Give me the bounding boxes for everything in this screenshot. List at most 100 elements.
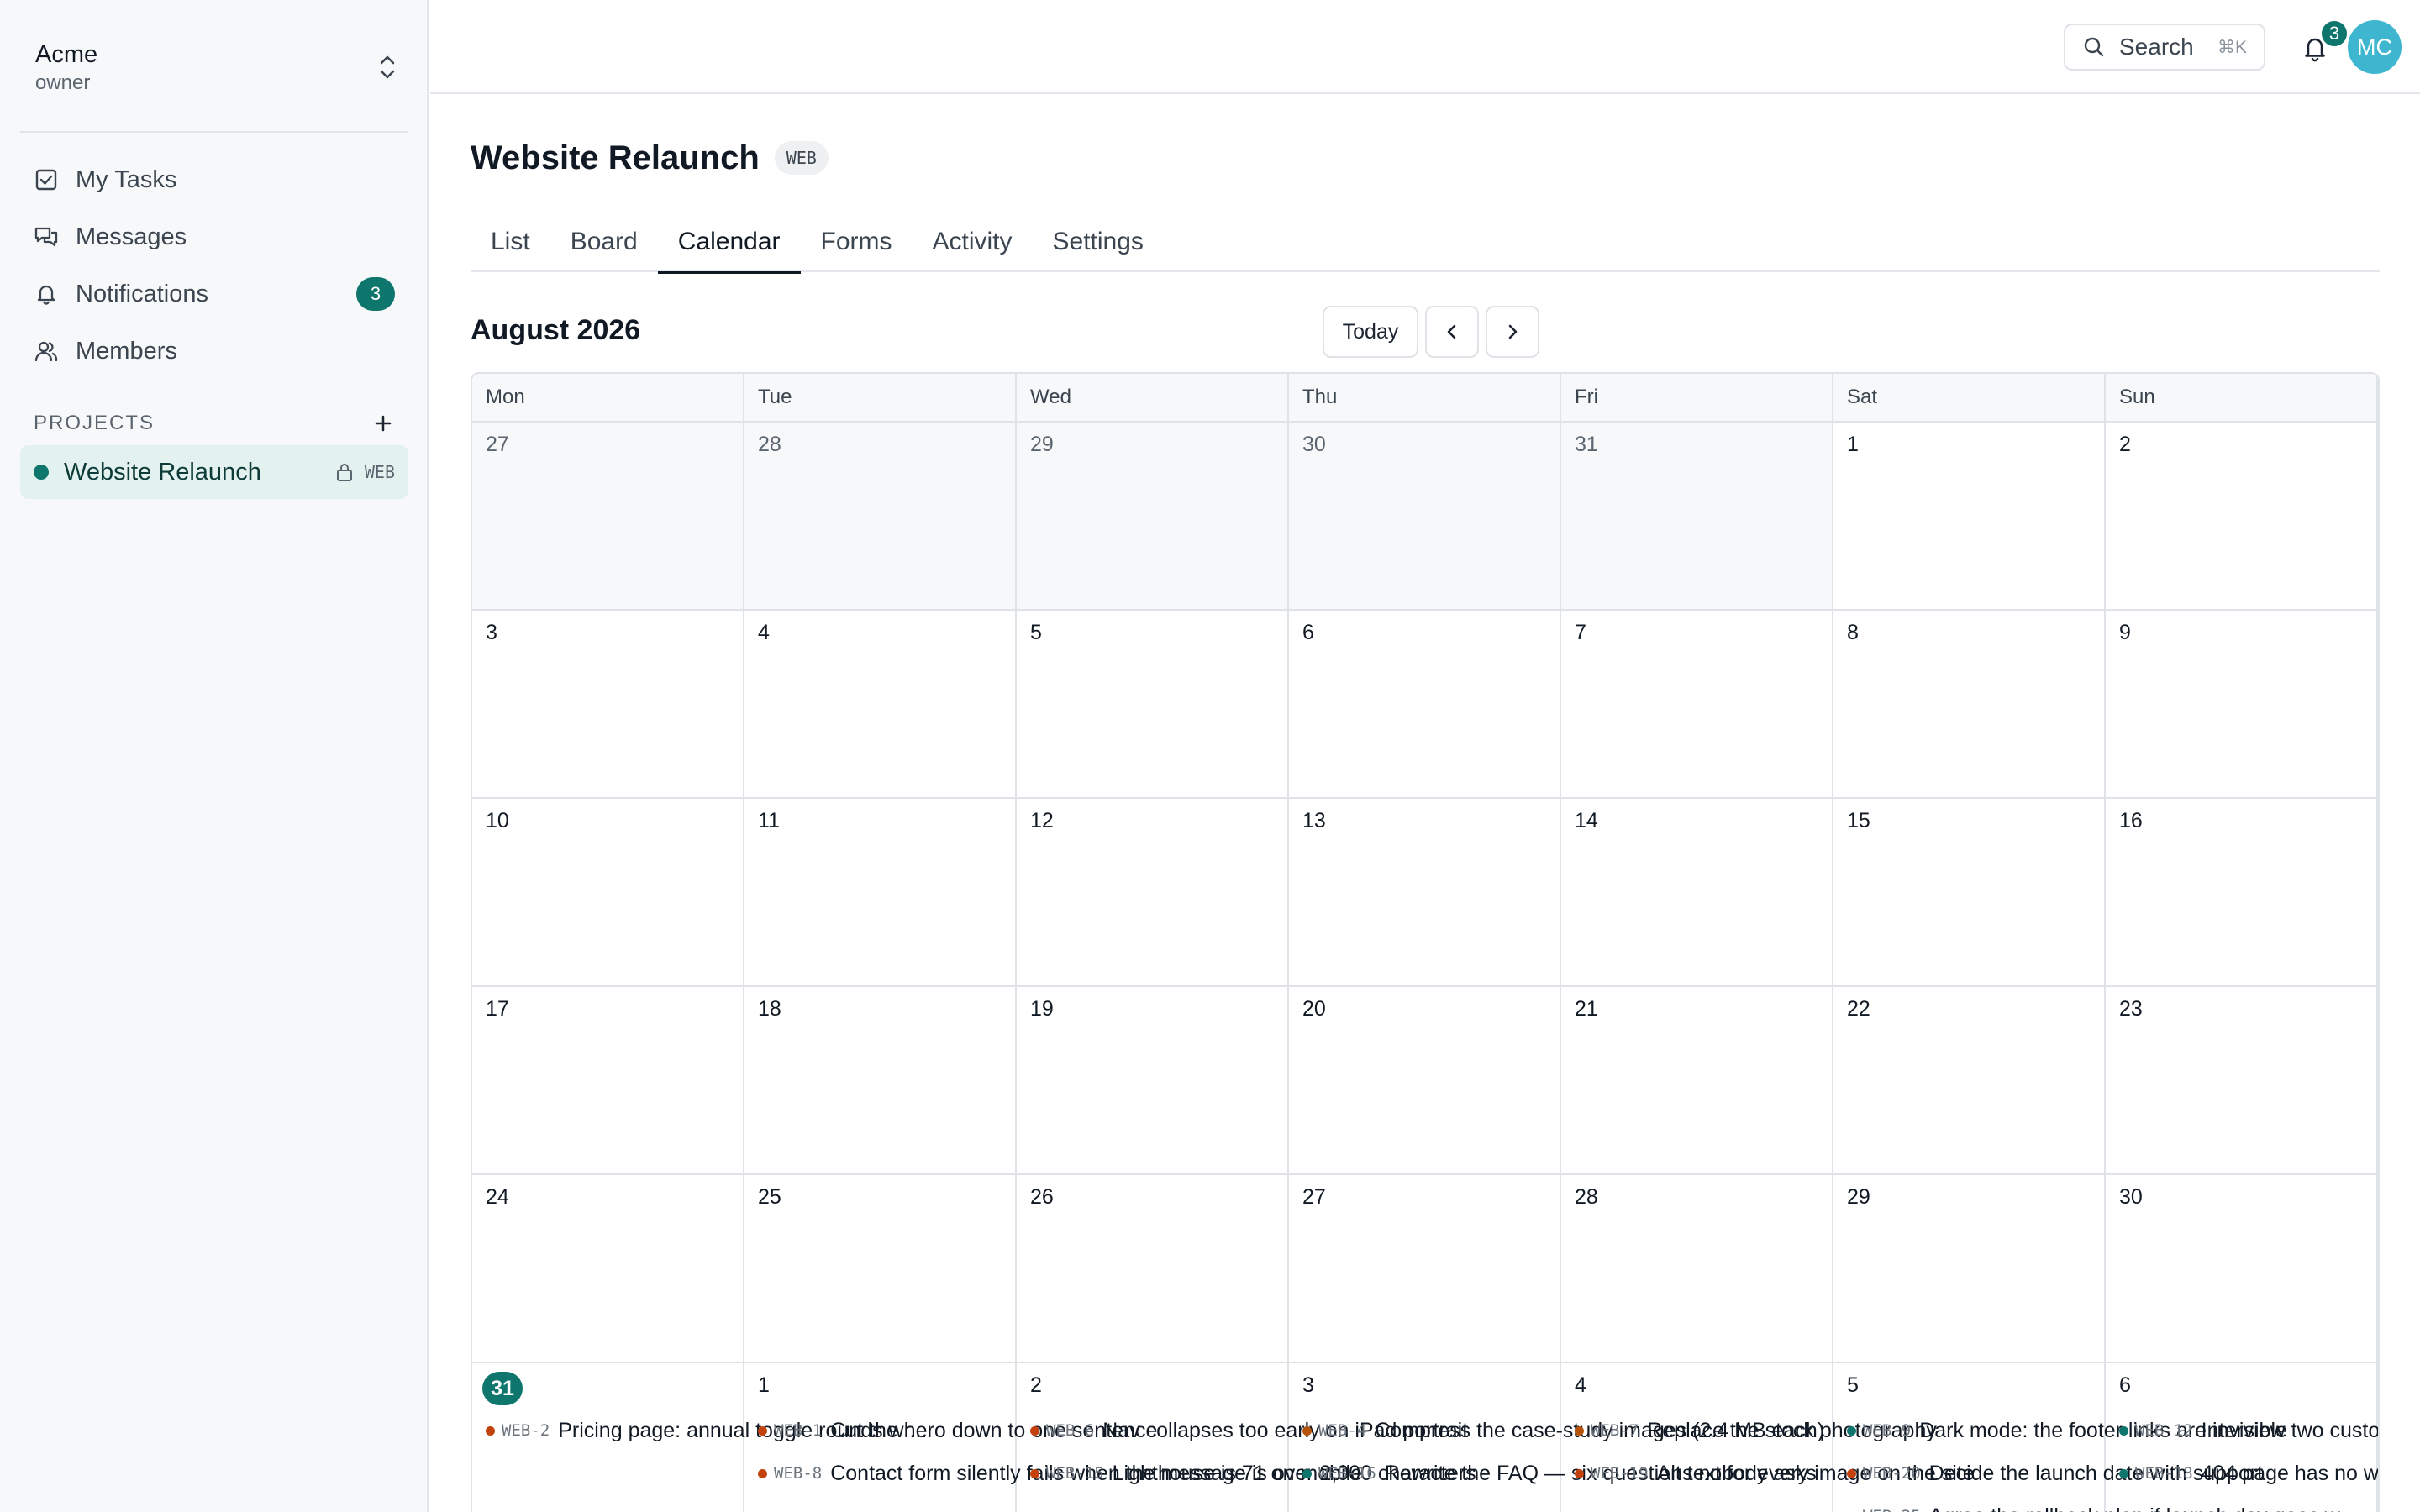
calendar-day-cell[interactable]: 26 bbox=[1017, 1175, 1289, 1363]
calendar-event[interactable]: WEB-18 404 page has no way back bbox=[2119, 1457, 2379, 1490]
sidebar: Acme owner My Tasks Messages Notificatio… bbox=[0, 0, 429, 1512]
calendar-day-cell[interactable]: 5 bbox=[1017, 611, 1289, 799]
day-number: 20 bbox=[1302, 997, 1326, 1021]
calendar-day-cell[interactable]: 27 bbox=[472, 423, 744, 611]
calendar-day-cell[interactable]: 18 bbox=[744, 987, 1017, 1175]
calendar-day-cell[interactable]: 30 bbox=[1289, 423, 1561, 611]
calendar-day-cell[interactable]: 11 bbox=[744, 799, 1017, 987]
calendar-day-cell[interactable]: 9 bbox=[2106, 611, 2378, 799]
project-key: WEB bbox=[364, 462, 395, 482]
event-key: WEB-4 bbox=[1318, 1421, 1367, 1440]
next-month-button[interactable] bbox=[1486, 306, 1539, 358]
calendar-day-cell[interactable]: 14 bbox=[1561, 799, 1833, 987]
calendar-day-cell[interactable]: 23 bbox=[2106, 987, 2378, 1175]
calendar-day-cell[interactable]: 8 bbox=[1833, 611, 2106, 799]
calendar-day-cell[interactable]: 1 bbox=[1833, 423, 2106, 611]
calendar-day-cell[interactable]: 7 bbox=[1561, 611, 1833, 799]
calendar-day-cell[interactable]: 29 bbox=[1017, 423, 1289, 611]
calendar-day-cell[interactable]: 10 bbox=[472, 799, 744, 987]
add-project-button[interactable] bbox=[371, 412, 395, 435]
weekday-label: Sat bbox=[1833, 374, 2106, 421]
day-number: 2 bbox=[1030, 1373, 1042, 1397]
calendar-day-cell[interactable]: 19 bbox=[1017, 987, 1289, 1175]
calendar-day-cell[interactable]: 3 bbox=[472, 611, 744, 799]
calendar-event[interactable]: WEB-25 Agree the rollback plan if launch … bbox=[1847, 1499, 2356, 1512]
priority-dot bbox=[486, 1425, 495, 1436]
sidebar-item-label: Members bbox=[76, 337, 177, 365]
calendar-day-cell[interactable]: 12 bbox=[1017, 799, 1289, 987]
event-title: 404 page has no way back bbox=[2201, 1461, 2379, 1485]
day-number: 14 bbox=[1575, 809, 1598, 832]
calendar-day-cell[interactable]: 28 bbox=[744, 423, 1017, 611]
day-number: 27 bbox=[486, 433, 509, 456]
priority-dot bbox=[1847, 1468, 1856, 1478]
day-number: 16 bbox=[2119, 809, 2143, 832]
tab-list[interactable]: List bbox=[471, 212, 550, 272]
calendar-day-cell[interactable]: 31 bbox=[1561, 423, 1833, 611]
sidebar-item-messages[interactable]: Messages bbox=[20, 208, 408, 265]
previous-month-button[interactable] bbox=[1425, 306, 1479, 358]
tab-calendar[interactable]: Calendar bbox=[657, 212, 801, 274]
sidebar-item-label: My Tasks bbox=[76, 165, 177, 193]
sidebar-project-website-relaunch[interactable]: Website Relaunch WEB bbox=[20, 445, 408, 499]
calendar-day-cell[interactable]: 21 bbox=[1561, 987, 1833, 1175]
day-number: 10 bbox=[486, 809, 509, 832]
messages-icon bbox=[34, 227, 58, 247]
calendar-day-cell[interactable]: 30 bbox=[2106, 1175, 2378, 1363]
event-key: WEB-8 bbox=[774, 1464, 823, 1483]
calendar-day-cell[interactable]: 2 bbox=[2106, 423, 2378, 611]
search-button[interactable]: Search ⌘K bbox=[2064, 24, 2265, 71]
calendar-day-cell[interactable]: 15 bbox=[1833, 799, 2106, 987]
search-shortcut: ⌘K bbox=[2217, 37, 2247, 57]
day-number: 24 bbox=[486, 1185, 509, 1209]
day-number: 19 bbox=[1030, 997, 1054, 1021]
priority-dot bbox=[2119, 1425, 2128, 1436]
calendar-day-cell[interactable]: 4 bbox=[744, 611, 1017, 799]
topbar: Search ⌘K 3 MC bbox=[430, 0, 2420, 94]
event-key: WEB-6 bbox=[1046, 1421, 1095, 1440]
workspace-role: owner bbox=[35, 71, 91, 94]
calendar-day-cell[interactable]: 17 bbox=[472, 987, 744, 1175]
notifications-button[interactable]: 3 bbox=[2291, 18, 2349, 69]
event-key: WEB-9 bbox=[1863, 1421, 1912, 1440]
day-number: 11 bbox=[758, 809, 780, 832]
workspace-name: Acme bbox=[35, 41, 98, 68]
sidebar-item-notifications[interactable]: Notifications 3 bbox=[20, 265, 408, 323]
calendar-day-cell[interactable]: 28 bbox=[1561, 1175, 1833, 1363]
calendar-event[interactable]: WEB-12 Interview two customers for testim… bbox=[2119, 1414, 2378, 1447]
event-key: WEB-25 bbox=[1863, 1507, 1921, 1512]
calendar-grid: Mon Tue Wed Thu Fri Sat Sun 27 28 29 30 31 1 2 3 4 5 6 7 8… bbox=[471, 372, 2380, 1512]
search-icon bbox=[2084, 37, 2104, 57]
calendar-day-cell[interactable]: 22 bbox=[1833, 987, 2106, 1175]
calendar-day-cell[interactable]: 16 bbox=[2106, 799, 2378, 987]
event-key: WEB-20 bbox=[1863, 1464, 1921, 1483]
day-number: 28 bbox=[758, 433, 781, 456]
tab-settings[interactable]: Settings bbox=[1033, 212, 1164, 272]
calendar-day-cell[interactable]: 6 bbox=[1289, 611, 1561, 799]
tab-forms[interactable]: Forms bbox=[801, 212, 913, 272]
day-number: 8 bbox=[1847, 621, 1859, 644]
tab-board[interactable]: Board bbox=[550, 212, 658, 272]
sidebar-item-members[interactable]: Members bbox=[20, 323, 408, 380]
priority-dot bbox=[1575, 1425, 1584, 1436]
sidebar-item-my-tasks[interactable]: My Tasks bbox=[20, 151, 408, 208]
calendar-day-cell[interactable]: 24 bbox=[472, 1175, 744, 1363]
day-number: 28 bbox=[1575, 1185, 1598, 1209]
calendar-toolbar: August 2026 Today bbox=[471, 306, 2380, 360]
calendar-day-cell[interactable]: 29 bbox=[1833, 1175, 2106, 1363]
today-button[interactable]: Today bbox=[1323, 306, 1418, 358]
tab-activity[interactable]: Activity bbox=[913, 212, 1033, 272]
calendar-day-cell[interactable]: 20 bbox=[1289, 987, 1561, 1175]
day-number: 7 bbox=[1575, 621, 1586, 644]
calendar-day-cell[interactable]: 27 bbox=[1289, 1175, 1561, 1363]
priority-dot bbox=[1030, 1425, 1039, 1436]
calendar-day-cell[interactable]: 13 bbox=[1289, 799, 1561, 987]
day-number: 22 bbox=[1847, 997, 1870, 1021]
workspace-switcher[interactable]: Acme owner bbox=[35, 34, 397, 101]
day-number: 6 bbox=[1302, 621, 1314, 644]
day-number: 21 bbox=[1575, 997, 1598, 1021]
avatar[interactable]: MC bbox=[2348, 20, 2402, 74]
priority-dot bbox=[758, 1425, 767, 1436]
day-number: 5 bbox=[1030, 621, 1042, 644]
calendar-day-cell[interactable]: 25 bbox=[744, 1175, 1017, 1363]
